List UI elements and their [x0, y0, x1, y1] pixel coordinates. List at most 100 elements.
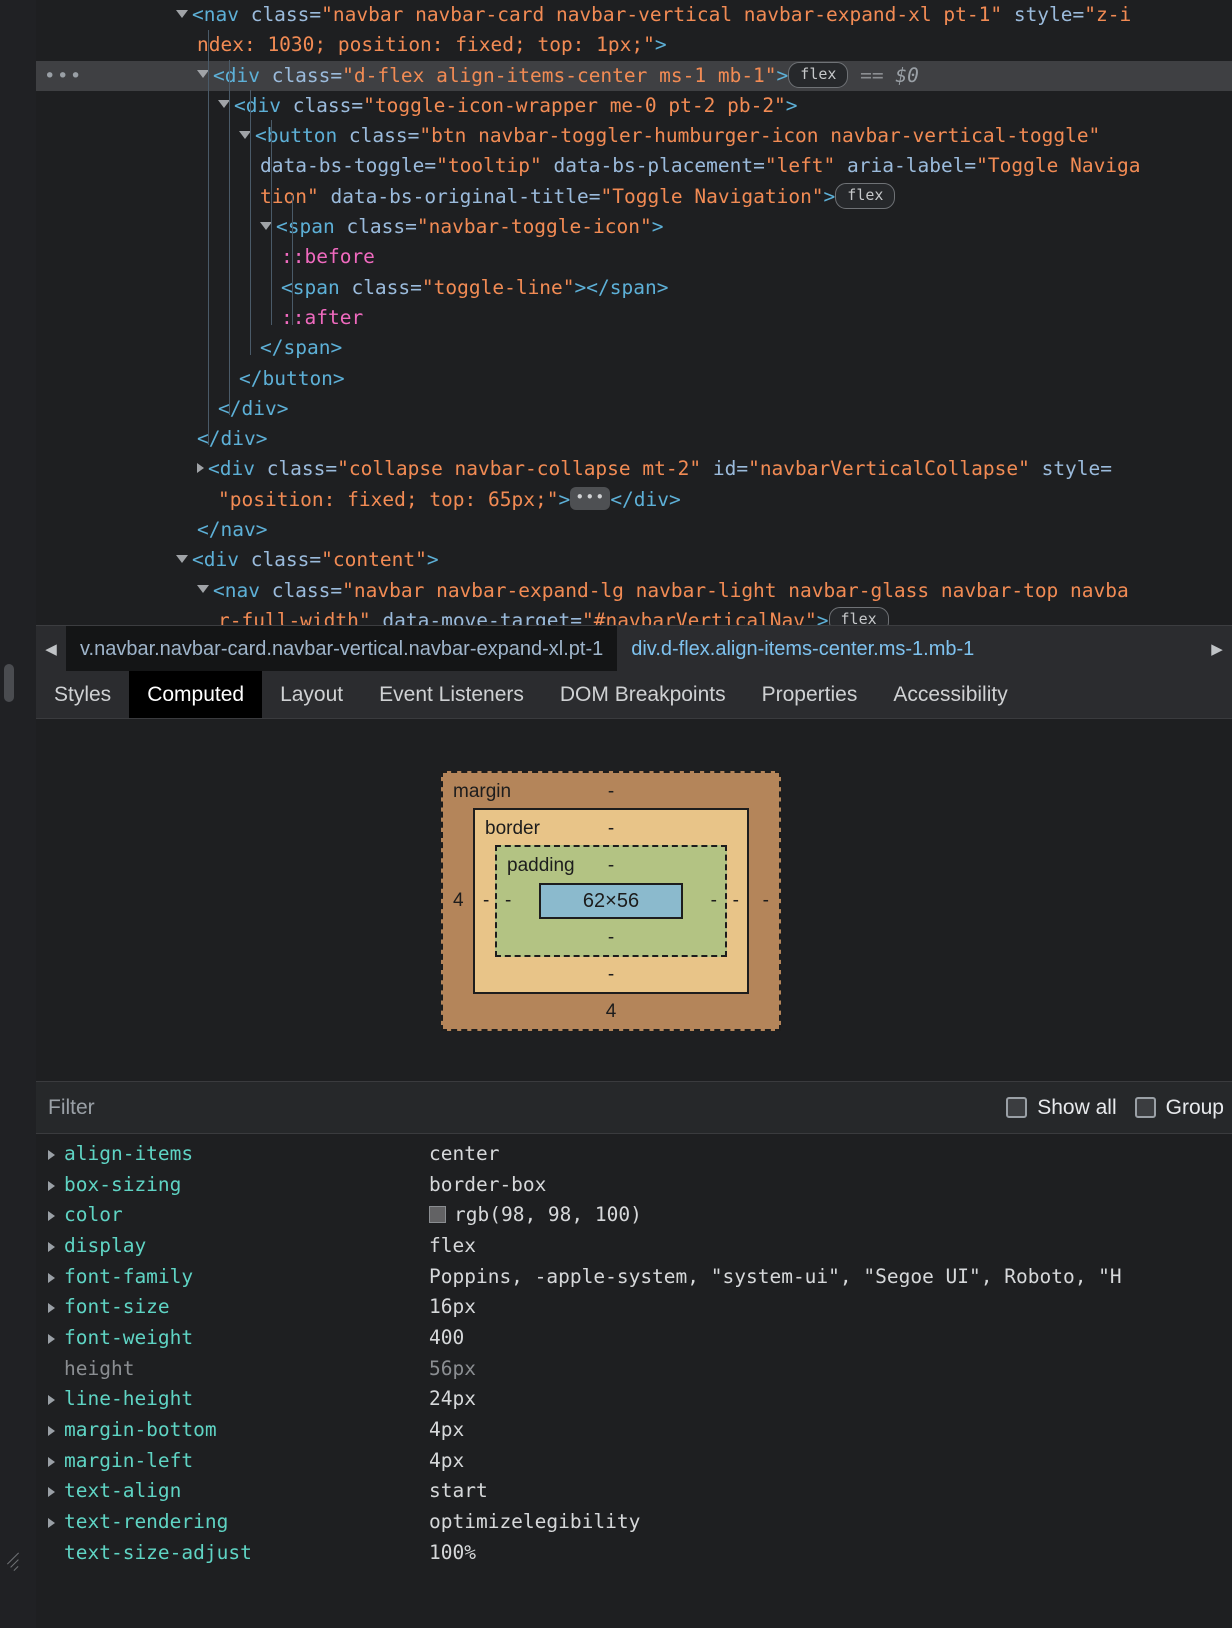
property-expand-icon[interactable]	[36, 1142, 64, 1165]
vertical-scrollbar-thumb[interactable]	[4, 664, 14, 702]
chevron-right-icon[interactable]	[48, 1303, 55, 1314]
breadcrumb-item-current[interactable]: div.d-flex.align-items-center.ms-1.mb-1	[617, 626, 988, 671]
box-model-border-top[interactable]: -	[475, 818, 747, 840]
property-expand-icon[interactable]	[36, 1326, 64, 1349]
box-model-border-left[interactable]: -	[483, 890, 489, 912]
show-all-checkbox-group[interactable]: Show all	[1006, 1096, 1117, 1120]
dom-node[interactable]: <div class="collapse navbar-collapse mt-…	[36, 454, 1232, 484]
computed-property-row[interactable]: text-size-adjust 100%	[36, 1537, 1232, 1568]
dom-node[interactable]: <nav class="navbar navbar-card navbar-ve…	[36, 0, 1232, 30]
chevron-down-icon[interactable]	[176, 554, 188, 563]
property-expand-icon[interactable]	[36, 1510, 64, 1533]
node-overflow-icon[interactable]: •••	[44, 66, 83, 85]
tab-accessibility[interactable]: Accessibility	[875, 671, 1025, 718]
dom-node[interactable]: <div class="content">	[36, 545, 1232, 575]
dom-node[interactable]: </button>	[36, 364, 1232, 394]
show-all-checkbox[interactable]	[1006, 1097, 1028, 1118]
dom-node[interactable]: <button class="btn navbar-toggler-humbur…	[36, 121, 1232, 151]
dom-node-selected[interactable]: ••• <div class="d-flex align-items-center…	[36, 60, 1232, 91]
property-expand-icon[interactable]	[36, 1449, 64, 1472]
flex-badge[interactable]: flex	[835, 182, 896, 209]
tab-properties[interactable]: Properties	[744, 671, 876, 718]
dom-node[interactable]: "position: fixed; top: 65px;"> ••• </div>	[36, 485, 1232, 515]
breadcrumb-item-parent[interactable]: v.navbar.navbar-card.navbar-vertical.nav…	[66, 626, 618, 671]
group-checkbox-group[interactable]: Group	[1134, 1096, 1224, 1120]
property-expand-icon[interactable]	[36, 1234, 64, 1257]
property-expand-icon[interactable]	[36, 1418, 64, 1441]
computed-property-row[interactable]: line-height 24px	[36, 1384, 1232, 1415]
tab-computed[interactable]: Computed	[129, 671, 263, 718]
dom-tree-panel[interactable]: <nav class="navbar navbar-card navbar-ve…	[36, 0, 1232, 625]
box-model-padding-bottom[interactable]: -	[497, 927, 725, 949]
tab-layout[interactable]: Layout	[262, 671, 361, 718]
chevron-right-icon[interactable]	[48, 1426, 55, 1437]
computed-property-row[interactable]: text-rendering optimizelegibility	[36, 1506, 1232, 1537]
chevron-down-icon[interactable]	[197, 585, 209, 594]
tab-dom-breakpoints[interactable]: DOM Breakpoints	[542, 671, 744, 718]
computed-property-row[interactable]: margin-left 4px	[36, 1445, 1232, 1476]
dom-node[interactable]: ndex: 1030; position: fixed; top: 1px;">	[36, 30, 1232, 60]
chevron-right-icon[interactable]	[48, 1241, 55, 1252]
breadcrumb-forward-icon[interactable]: ▶	[1202, 640, 1232, 658]
breadcrumb-back-icon[interactable]: ◀	[36, 640, 66, 658]
box-model-padding-left[interactable]: -	[505, 890, 511, 912]
property-expand-icon[interactable]	[36, 1203, 64, 1226]
box-model-margin-left[interactable]: 4	[453, 890, 464, 912]
computed-property-row[interactable]: margin-bottom 4px	[36, 1414, 1232, 1445]
box-model-margin-top[interactable]: -	[443, 781, 779, 803]
property-expand-icon[interactable]	[36, 1479, 64, 1502]
dom-node[interactable]: r-full-width" data-move-target="#navbarV…	[36, 606, 1232, 625]
box-model-diagram[interactable]: margin - 4 4 - border - - - - padding - …	[441, 771, 781, 1031]
chevron-right-icon[interactable]	[48, 1518, 55, 1529]
property-expand-icon[interactable]	[36, 1173, 64, 1196]
box-model-border-bottom[interactable]: -	[475, 964, 747, 986]
dom-node[interactable]: ::after	[36, 303, 1232, 333]
computed-property-row[interactable]: height 56px	[36, 1353, 1232, 1384]
chevron-right-icon[interactable]	[48, 1487, 55, 1498]
color-swatch-icon[interactable]	[429, 1206, 446, 1224]
chevron-right-icon[interactable]	[48, 1395, 55, 1406]
box-model-padding-top[interactable]: -	[497, 855, 725, 877]
computed-property-row[interactable]: align-items center	[36, 1138, 1232, 1169]
dom-node[interactable]: </span>	[36, 333, 1232, 363]
filter-input[interactable]	[48, 1095, 989, 1120]
chevron-right-icon[interactable]	[48, 1180, 55, 1191]
computed-property-row[interactable]: display flex	[36, 1230, 1232, 1261]
dom-node[interactable]: <span class="toggle-line"></span>	[36, 273, 1232, 303]
flex-badge[interactable]: flex	[828, 606, 889, 625]
box-model-margin-right[interactable]: -	[763, 890, 769, 912]
computed-properties-list[interactable]: align-items center box-sizing border-box col…	[36, 1134, 1232, 1628]
resize-grip-icon[interactable]	[4, 1552, 22, 1572]
chevron-right-icon[interactable]	[48, 1211, 55, 1222]
dom-node[interactable]: </nav>	[36, 515, 1232, 545]
flex-badge[interactable]: flex	[788, 61, 849, 88]
chevron-right-icon[interactable]	[48, 1333, 55, 1344]
property-expand-icon[interactable]	[36, 1265, 64, 1288]
dom-node[interactable]: <nav class="navbar navbar-expand-lg navb…	[36, 576, 1232, 606]
dom-node[interactable]: </div>	[36, 394, 1232, 424]
computed-property-row[interactable]: text-align start	[36, 1476, 1232, 1507]
box-model-content[interactable]: 62×56	[539, 883, 683, 919]
chevron-right-icon[interactable]	[48, 1272, 55, 1283]
computed-property-row[interactable]: box-sizing border-box	[36, 1169, 1232, 1200]
computed-property-row[interactable]: font-weight 400	[36, 1322, 1232, 1353]
property-expand-icon[interactable]	[36, 1387, 64, 1410]
chevron-right-icon[interactable]	[48, 1456, 55, 1467]
dom-node[interactable]: <span class="navbar-toggle-icon">	[36, 212, 1232, 242]
box-model-padding-right[interactable]: -	[711, 890, 717, 912]
chevron-down-icon[interactable]	[176, 9, 188, 18]
tab-event-listeners[interactable]: Event Listeners	[361, 671, 542, 718]
box-model-margin-bottom[interactable]: 4	[443, 1001, 779, 1023]
computed-property-row[interactable]: color rgb(98, 98, 100)	[36, 1199, 1232, 1230]
dom-node[interactable]: data-bs-toggle="tooltip" data-bs-placeme…	[36, 151, 1232, 181]
dom-node[interactable]: tion" data-bs-original-title="Toggle Nav…	[36, 182, 1232, 212]
chevron-right-icon[interactable]	[197, 463, 204, 474]
chevron-right-icon[interactable]	[48, 1149, 55, 1160]
collapsed-children-icon[interactable]: •••	[570, 486, 611, 510]
computed-property-row[interactable]: font-size 16px	[36, 1291, 1232, 1322]
dom-node[interactable]: </div>	[36, 424, 1232, 454]
tab-styles[interactable]: Styles	[36, 671, 129, 718]
dom-node[interactable]: ::before	[36, 242, 1232, 272]
computed-property-row[interactable]: font-family Poppins, -apple-system, "syst…	[36, 1261, 1232, 1292]
group-checkbox[interactable]	[1134, 1097, 1156, 1118]
